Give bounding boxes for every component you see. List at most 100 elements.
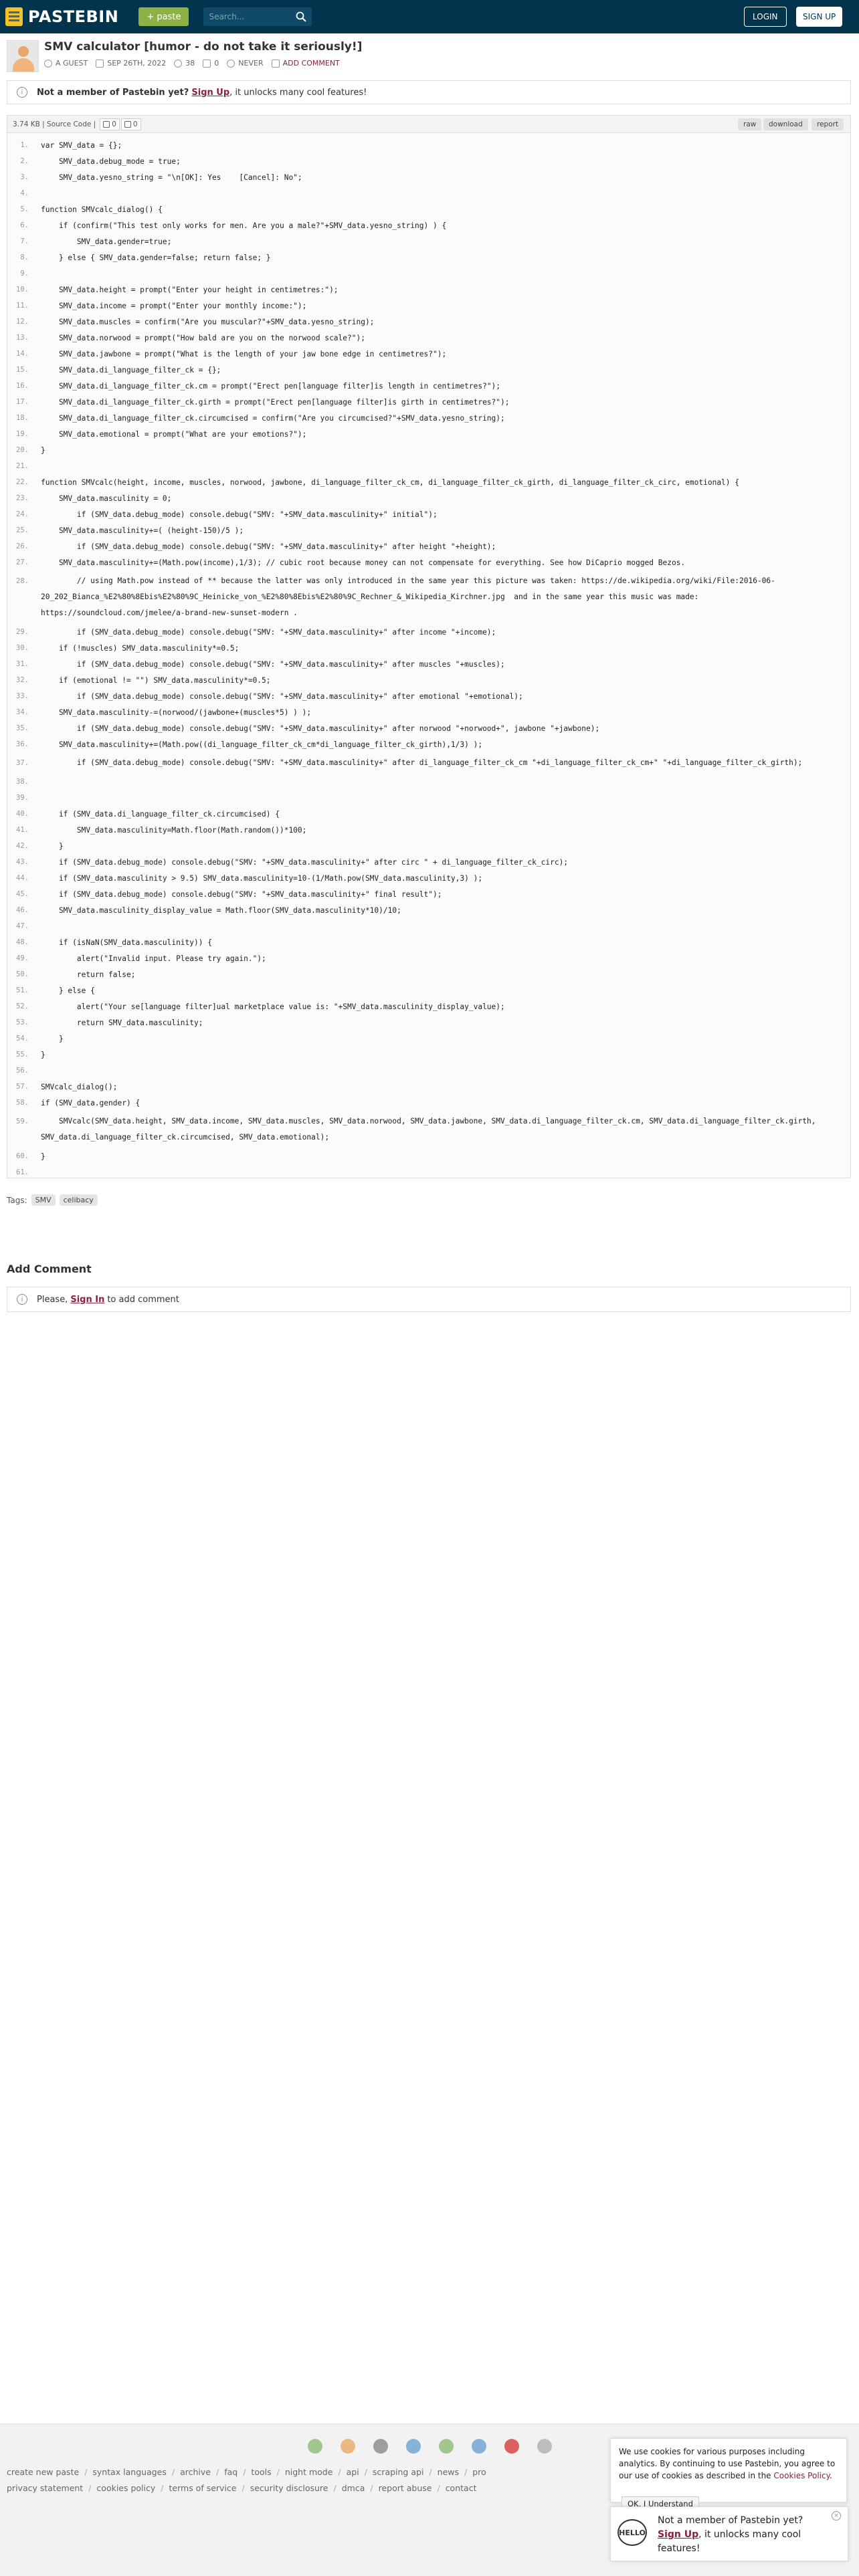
code-line: 14. SMV_data.jawbone = prompt("What is t…	[7, 346, 850, 362]
raw-button[interactable]: raw	[738, 118, 762, 130]
line-number: 27.	[16, 558, 29, 566]
paste-author: A GUEST	[56, 59, 88, 68]
line-number: 19.	[16, 430, 29, 438]
line-number: 41.	[16, 826, 29, 834]
separator: |	[42, 120, 45, 128]
notice-signup-link[interactable]: Sign Up	[191, 88, 229, 98]
line-text: // using Math.pow instead of ** because …	[41, 576, 775, 617]
line-text: SMV_data.muscles = confirm("Are you musc…	[41, 317, 375, 326]
footer-separator: /	[464, 2467, 468, 2477]
line-number: 50.	[16, 970, 29, 978]
line-number: 45.	[16, 890, 29, 898]
code-line: 35. if (SMV_data.debug_mode) console.deb…	[7, 720, 850, 736]
code-line: 25. SMV_data.masculinity+=( (height-150)…	[7, 522, 850, 538]
apple-icon[interactable]	[537, 2439, 552, 2454]
firefox-icon[interactable]	[341, 2439, 355, 2454]
line-text: function SMVcalc_dialog() {	[41, 205, 163, 214]
signup-button[interactable]: SIGN UP	[796, 7, 843, 27]
line-text: SMV_data.emotional = prompt("What are yo…	[41, 429, 307, 439]
code-line: 5. function SMVcalc_dialog() {	[7, 201, 850, 217]
footer-link[interactable]: cookies policy	[96, 2483, 155, 2493]
pastebin-logo[interactable]: PASTEBIN	[5, 7, 118, 26]
line-text: alert("Invalid input. Please try again."…	[41, 954, 266, 963]
line-text: SMV_data.masculinity+=(Math.pow(income),…	[41, 558, 686, 567]
code-line: 61.	[7, 1164, 850, 1180]
clock-icon	[227, 59, 235, 68]
login-button[interactable]: LOGIN	[744, 7, 787, 27]
code-line: 27. SMV_data.masculinity+=(Math.pow(inco…	[7, 554, 850, 570]
footer-link[interactable]: privacy statement	[7, 2483, 83, 2493]
new-paste-button[interactable]: + paste	[138, 7, 189, 26]
line-number: 47.	[16, 922, 29, 930]
add-comment-link[interactable]: ADD COMMENT	[283, 59, 340, 68]
line-number: 37.	[16, 759, 29, 767]
opera-icon[interactable]	[504, 2439, 519, 2454]
line-text: var SMV_data = {};	[41, 140, 122, 150]
twitter-icon[interactable]	[472, 2439, 486, 2454]
footer-link[interactable]: news	[438, 2467, 459, 2477]
footer-link[interactable]: terms of service	[169, 2483, 237, 2493]
search-input[interactable]: Search...	[203, 7, 312, 26]
promo-signup-link[interactable]: Sign Up	[658, 2529, 698, 2540]
code-line: 8. } else { SMV_data.gender=false; retur…	[7, 249, 850, 265]
line-text: if (SMV_data.debug_mode) console.debug("…	[41, 857, 569, 867]
line-text: if (SMV_data.debug_mode) console.debug("…	[41, 758, 803, 767]
footer-link[interactable]: tools	[251, 2467, 271, 2477]
line-text: SMV_data.masculinity = 0;	[41, 494, 172, 503]
code-line: 6. if (confirm("This test only works for…	[7, 217, 850, 233]
footer-link[interactable]: night mode	[285, 2467, 333, 2477]
separator: |	[93, 120, 96, 128]
chrome-icon[interactable]	[308, 2439, 322, 2454]
paste-comments-count: 0	[214, 59, 219, 68]
download-button[interactable]: download	[763, 118, 808, 130]
calendar-icon	[96, 59, 104, 68]
footer-link[interactable]: security disclosure	[250, 2483, 328, 2493]
dislike-button[interactable]: 0	[120, 118, 141, 130]
comment-prompt-before: Please,	[37, 1294, 68, 1305]
member-notice: i Not a member of Pastebin yet? Sign Up,…	[7, 80, 851, 104]
notice-bold: Not a member of Pastebin yet?	[37, 87, 189, 98]
like-button[interactable]: 0	[100, 118, 120, 130]
footer-link[interactable]: archive	[180, 2467, 211, 2477]
code-line: 3. SMV_data.yesno_string = "\n[OK]: Yes …	[7, 169, 850, 185]
code-line: 52. alert("Your se[language filter]ual m…	[7, 998, 850, 1014]
code-line: 40. if (SMV_data.di_language_filter_ck.c…	[7, 806, 850, 822]
line-number: 44.	[16, 874, 29, 882]
footer-link[interactable]: pro	[472, 2467, 486, 2477]
thumbs-up-icon	[103, 120, 110, 128]
android-icon[interactable]	[439, 2439, 454, 2454]
search-icon[interactable]	[296, 11, 307, 22]
line-text: SMV_data.masculinity+=(Math.pow((di_lang…	[41, 740, 483, 749]
line-text: SMV_data.di_language_filter_ck.cm = prom…	[41, 381, 501, 391]
windows-icon[interactable]	[406, 2439, 421, 2454]
line-text: SMV_data.masculinity=Math.floor(Math.ran…	[41, 825, 307, 835]
line-text: if (SMV_data.debug_mode) console.debug("…	[41, 510, 438, 519]
footer-separator: /	[215, 2467, 219, 2477]
footer-separator: /	[338, 2467, 341, 2477]
signin-link[interactable]: Sign In	[70, 1295, 104, 1305]
footer-link[interactable]: syntax languages	[92, 2467, 166, 2477]
macos-icon[interactable]	[373, 2439, 388, 2454]
tag-smv[interactable]: SMV	[31, 1194, 56, 1206]
footer-link[interactable]: faq	[224, 2467, 237, 2477]
line-number: 23.	[16, 494, 29, 502]
footer-link[interactable]: contact	[446, 2483, 477, 2493]
tag-celibacy[interactable]: celibacy	[59, 1194, 98, 1206]
footer-link[interactable]: create new paste	[7, 2467, 79, 2477]
line-text: function SMVcalc(height, income, muscles…	[41, 477, 739, 487]
close-icon[interactable]: ×	[832, 2511, 841, 2520]
line-text: } else { SMV_data.gender=false; return f…	[41, 253, 271, 262]
line-number: 7.	[20, 237, 29, 245]
cookies-policy-link[interactable]: Cookies Policy	[773, 2471, 830, 2480]
report-button[interactable]: report	[812, 118, 844, 130]
footer-link[interactable]: dmca	[342, 2483, 365, 2493]
code-line: 42. }	[7, 838, 850, 854]
footer-link[interactable]: report abuse	[379, 2483, 432, 2493]
line-text: alert("Your se[language filter]ual marke…	[41, 1002, 505, 1011]
line-text: if (SMV_data.gender) {	[41, 1098, 140, 1107]
code-line: 58. if (SMV_data.gender) {	[7, 1095, 850, 1111]
line-number: 30.	[16, 644, 29, 652]
footer-link[interactable]: scraping api	[373, 2467, 424, 2477]
paste-meta: A GUEST SEP 26TH, 2022 38 0 NEVER ADD CO…	[44, 59, 348, 68]
footer-link[interactable]: api	[347, 2467, 359, 2477]
